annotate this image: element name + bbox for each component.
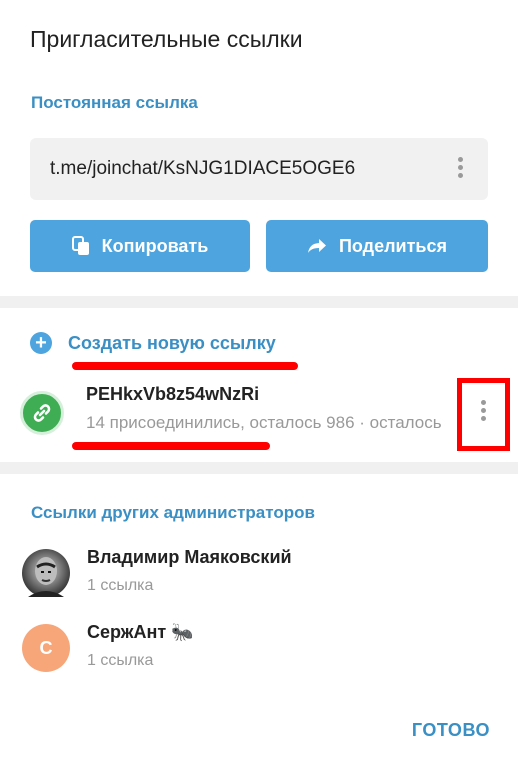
admin-row-mayakovsky[interactable] [0,535,518,605]
admin-link-count: 1 ссылка [87,652,154,669]
permanent-link-label: Постоянная ссылка [31,93,198,112]
create-link-label: Создать новую ссылку [68,332,276,353]
permanent-link-box[interactable]: t.me/joinchat/KsNJG1DIACE5OGE6 [30,138,488,200]
admin-row-serzhant[interactable] [0,610,518,680]
avatar-initial: С [39,637,53,658]
copy-icon [71,236,90,256]
section-divider [0,462,518,474]
share-icon [307,238,327,254]
permanent-link-url[interactable]: t.me/joinchat/KsNJG1DIACE5OGE6 [50,158,355,180]
other-admins-label: Ссылки других администраторов [31,503,315,522]
link-icon [20,391,64,435]
create-link-row[interactable]: + Создать новую ссылку [30,332,276,354]
invite-link-name: PEHkxVb8z54wNzRi [86,384,260,404]
admin-name: СержАнт 🐜 [87,622,194,642]
share-button[interactable]: Поделиться [266,220,488,272]
section-divider [0,296,518,308]
invite-link-subtitle: 14 присоединились, осталось 986 · остало… [86,413,442,432]
annotation-underline-create [72,362,298,370]
avatar: С [22,624,70,672]
more-options-icon[interactable] [457,157,463,178]
annotation-highlight-box [457,378,510,451]
page-title: Пригласительные ссылки [30,26,303,52]
share-button-label: Поделиться [338,235,448,256]
admin-link-count: 1 ссылка [87,577,154,594]
annotation-underline-subtitle [72,442,270,450]
plus-icon: + [30,332,52,354]
copy-button-label: Копировать [101,235,209,256]
copy-button[interactable]: Копировать [30,220,250,272]
admin-name: Владимир Маяковский [87,547,292,567]
done-button[interactable]: ГОТОВО [412,720,490,741]
avatar [22,549,70,597]
